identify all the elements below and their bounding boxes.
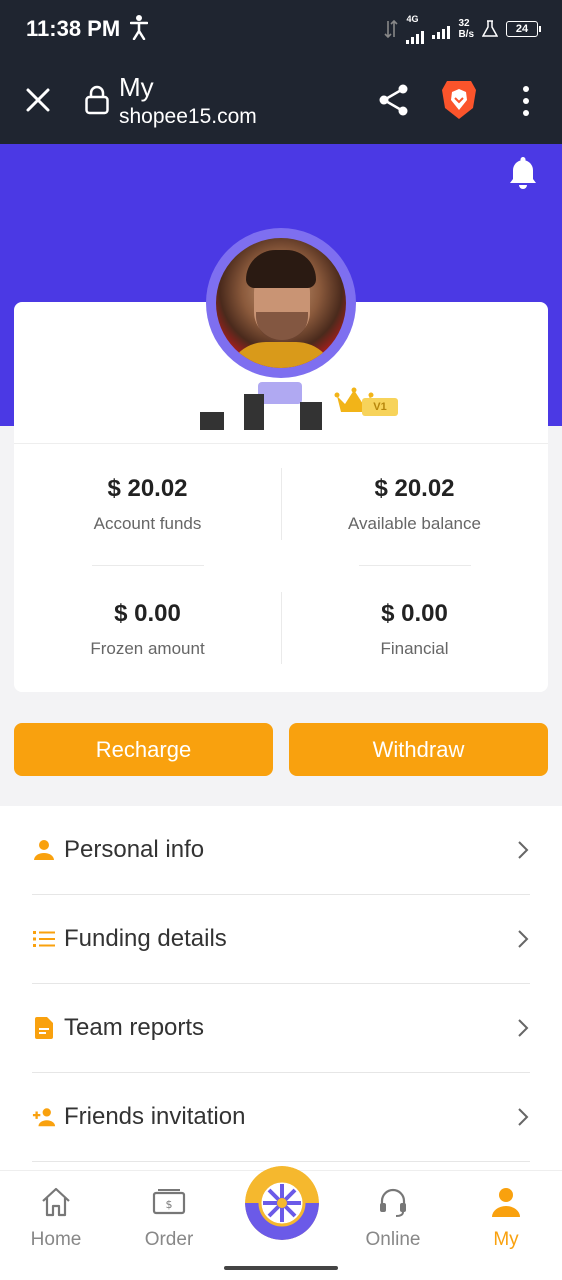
lucky-wheel-icon[interactable] — [245, 1166, 319, 1240]
person-icon — [32, 838, 56, 862]
home-icon — [42, 1187, 70, 1217]
menu-item-label: Friends invitation — [64, 1103, 246, 1130]
flask-icon — [482, 20, 498, 37]
speed-unit: B/s — [458, 29, 474, 40]
stat-available-balance: $ 20.02 Available balance — [281, 474, 548, 534]
battery-level: 24 — [515, 23, 529, 35]
url-domain[interactable]: shopee15.com — [119, 104, 257, 130]
menu-item-team-reports[interactable]: Team reports — [32, 984, 530, 1073]
close-icon[interactable] — [22, 84, 54, 116]
card-divider — [14, 443, 548, 444]
stat-separator — [281, 468, 282, 540]
order-bill-icon: $ — [152, 1189, 186, 1215]
stat-value: $ 0.00 — [114, 600, 181, 627]
status-time: 11:38 PM — [26, 16, 121, 41]
accessibility-icon — [130, 15, 148, 40]
stat-separator — [281, 592, 282, 664]
nav-home[interactable]: Home — [11, 1185, 101, 1251]
chevron-right-icon — [518, 841, 529, 859]
withdraw-button[interactable]: Withdraw — [289, 723, 548, 776]
stat-separator — [359, 565, 471, 566]
nav-my-label: My — [493, 1229, 519, 1250]
stat-frozen-amount: $ 0.00 Frozen amount — [14, 599, 281, 659]
data-transfer-icon — [384, 19, 399, 39]
menu-item-label: Personal info — [64, 836, 205, 863]
headset-icon — [380, 1188, 406, 1217]
vip-level-badge: V1 — [362, 398, 398, 416]
stat-label: Available balance — [348, 514, 481, 533]
stat-financial: $ 0.00 Financial — [281, 599, 548, 659]
username-redacted-blocks — [186, 384, 336, 430]
nav-home-label: Home — [30, 1229, 82, 1250]
notification-bell-icon[interactable] — [506, 154, 540, 192]
stat-label: Frozen amount — [90, 639, 205, 658]
avatar-ring[interactable] — [206, 228, 356, 378]
browser-toolbar: My shopee15.com — [0, 60, 562, 144]
chevron-right-icon — [518, 1019, 529, 1037]
nav-order[interactable]: $ Order — [124, 1185, 214, 1251]
chevron-right-icon — [518, 1108, 529, 1126]
nav-online[interactable]: Online — [348, 1185, 438, 1251]
nav-my[interactable]: My — [461, 1185, 551, 1251]
add-person-icon — [32, 1105, 56, 1129]
network-type: 4G — [406, 13, 419, 24]
status-indicators: 4G 32 B/s 24 — [384, 13, 541, 44]
speed-value: 32 — [458, 18, 470, 29]
stat-label: Account funds — [93, 514, 202, 533]
home-indicator[interactable] — [224, 1266, 338, 1270]
stat-account-funds: $ 20.02 Account funds — [14, 474, 281, 534]
battery-icon: 24 — [506, 21, 541, 37]
avatar[interactable] — [216, 238, 346, 368]
status-bar: 11:38 PM 4G 32 B/s 24 — [0, 0, 562, 60]
page-title[interactable]: My — [119, 72, 154, 102]
stat-label: Financial — [380, 639, 449, 658]
network-speed: 32 B/s — [458, 18, 474, 40]
menu-item-personal-info[interactable]: Personal info — [32, 806, 530, 895]
document-icon — [32, 1016, 56, 1040]
brave-lion-icon[interactable] — [440, 78, 478, 122]
menu-item-funding-details[interactable]: Funding details — [32, 895, 530, 984]
stat-separator — [92, 565, 204, 566]
more-options-icon[interactable] — [514, 84, 538, 118]
signal-icon — [406, 24, 425, 44]
recharge-button[interactable]: Recharge — [14, 723, 273, 776]
menu-item-label: Funding details — [64, 925, 227, 952]
list-icon — [32, 927, 56, 951]
chevron-right-icon — [518, 930, 529, 948]
menu-item-friends-invitation[interactable]: Friends invitation — [32, 1073, 530, 1162]
share-icon[interactable] — [376, 82, 412, 118]
menu-list: Personal info Funding details Team repor… — [0, 806, 562, 1170]
profile-icon — [492, 1188, 520, 1217]
menu-item-label: Team reports — [64, 1014, 205, 1041]
svg-text:$: $ — [166, 1198, 173, 1211]
nav-order-label: Order — [144, 1229, 194, 1250]
nav-online-label: Online — [365, 1229, 421, 1250]
stat-value: $ 20.02 — [374, 475, 455, 502]
signal-icon-2 — [432, 19, 451, 39]
stat-value: $ 20.02 — [107, 475, 188, 502]
stat-value: $ 0.00 — [381, 600, 448, 627]
lock-icon — [85, 85, 109, 115]
